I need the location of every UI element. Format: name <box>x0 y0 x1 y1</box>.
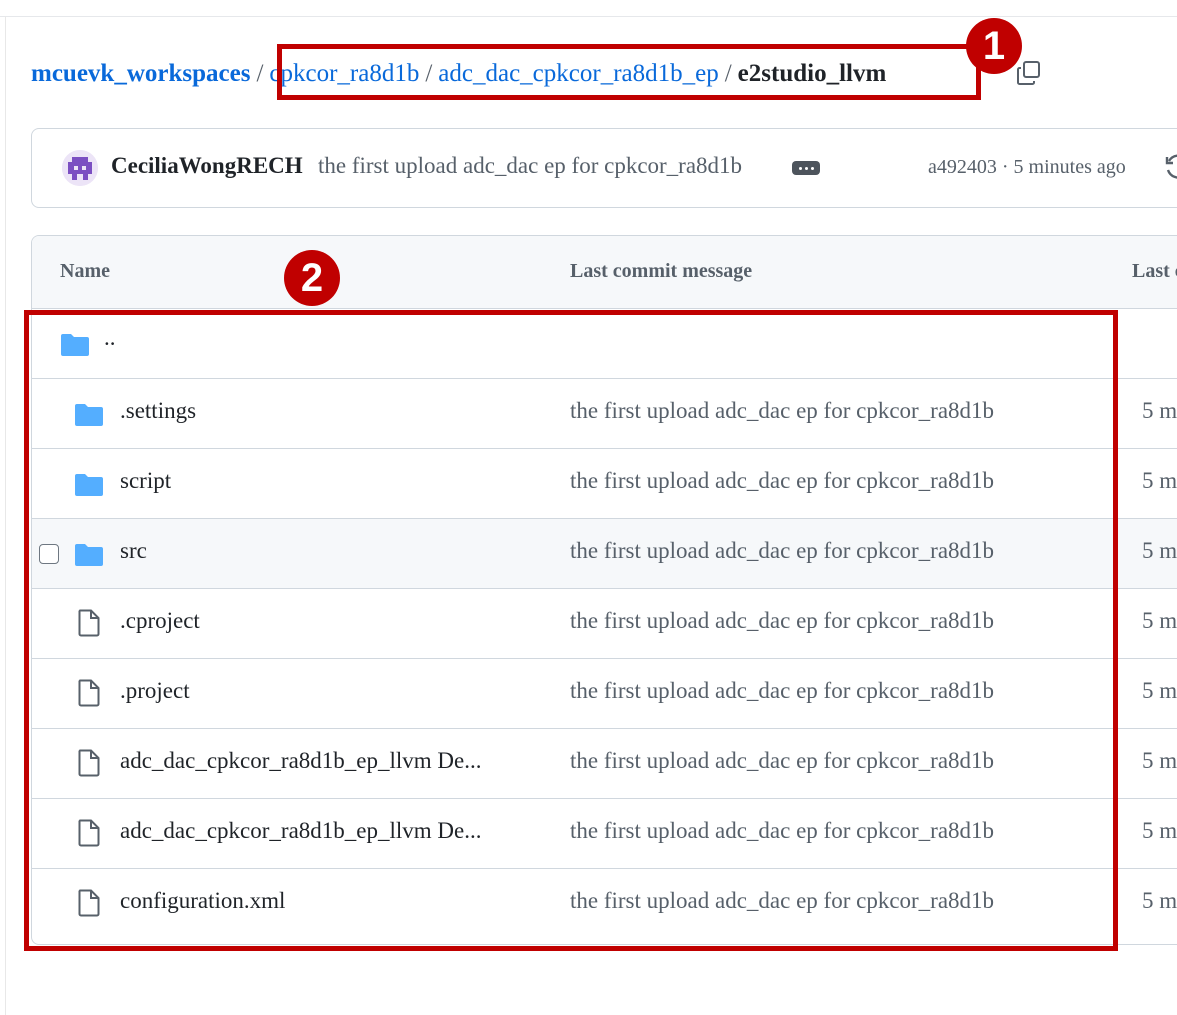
table-row[interactable]: script the first upload adc_dac ep for c… <box>32 449 1177 519</box>
row-select-checkbox[interactable] <box>39 544 59 564</box>
file-icon <box>78 889 100 917</box>
commit-message-link[interactable]: the first upload adc_dac ep for cpkcor_r… <box>570 398 994 424</box>
file-name-link[interactable]: src <box>120 538 147 564</box>
commit-message-link[interactable]: the first upload adc_dac ep for cpkcor_r… <box>570 468 994 494</box>
commit-time: 5 m <box>1142 818 1177 843</box>
commit-message-link[interactable]: the first upload adc_dac ep for cpkcor_r… <box>570 888 994 914</box>
commit-time: 5 m <box>1142 748 1177 773</box>
breadcrumb-link-cpkcor[interactable]: cpkcor_ra8d1b <box>269 60 419 88</box>
file-icon <box>78 679 100 707</box>
file-name-link[interactable]: adc_dac_cpkcor_ra8d1b_ep_llvm De... <box>120 818 481 844</box>
commit-time: 5 m <box>1142 678 1177 703</box>
latest-commit-bar: CeciliaWongRECH the first upload adc_dac… <box>31 128 1177 208</box>
commit-message-link[interactable]: the first upload adc_dac ep for cpkcor_r… <box>570 538 994 564</box>
breadcrumb-current: e2studio_llvm <box>737 60 887 87</box>
commit-message-link[interactable]: the first upload adc_dac ep for cpkcor_r… <box>570 678 994 704</box>
file-icon <box>78 609 100 637</box>
file-name-link[interactable]: .cproject <box>120 608 200 634</box>
history-icon[interactable] <box>1164 153 1177 183</box>
folder-icon <box>75 544 103 566</box>
file-icon <box>78 819 100 847</box>
commit-time: 5 m <box>1142 538 1177 563</box>
commit-author-link[interactable]: CeciliaWongRECH <box>111 153 303 179</box>
breadcrumb-separator: / <box>256 60 264 87</box>
commit-time: 5 m <box>1142 468 1177 493</box>
commit-time: 5 m <box>1142 888 1177 913</box>
table-row[interactable]: adc_dac_cpkcor_ra8d1b_ep_llvm De... the … <box>32 729 1177 799</box>
column-header-date: Last c <box>1132 260 1177 282</box>
column-header-name: Name <box>60 260 110 282</box>
table-row[interactable]: adc_dac_cpkcor_ra8d1b_ep_llvm De... the … <box>32 799 1177 869</box>
breadcrumb-link-ep[interactable]: adc_dac_cpkcor_ra8d1b_ep <box>438 60 718 88</box>
file-table: Name Last commit message Last c .. .sett… <box>31 235 1177 945</box>
file-name-link[interactable]: adc_dac_cpkcor_ra8d1b_ep_llvm De... <box>120 748 481 774</box>
parent-directory-link[interactable]: .. <box>104 325 116 351</box>
table-row[interactable]: .cproject the first upload adc_dac ep fo… <box>32 589 1177 659</box>
commit-message-link[interactable]: the first upload adc_dac ep for cpkcor_r… <box>570 608 994 634</box>
file-icon <box>78 749 100 777</box>
commit-time: 5 m <box>1142 608 1177 633</box>
ellipsis-dot <box>810 166 814 170</box>
annotation-badge-1: 1 <box>966 18 1022 74</box>
file-name-link[interactable]: .settings <box>120 398 196 424</box>
top-strip <box>0 0 1177 17</box>
breadcrumb: mcuevk_workspaces / cpkcor_ra8d1b / adc_… <box>31 55 886 93</box>
table-row[interactable]: src the first upload adc_dac ep for cpkc… <box>32 519 1177 589</box>
column-header-message: Last commit message <box>570 260 753 282</box>
commit-message-link[interactable]: the first upload adc_dac ep for cpkcor_r… <box>570 818 994 844</box>
folder-icon <box>75 474 103 496</box>
page-left-border <box>5 16 6 1015</box>
copy-icon <box>1017 61 1040 85</box>
breadcrumb-separator: / <box>724 60 732 87</box>
table-row[interactable]: configuration.xml the first upload adc_d… <box>32 869 1177 939</box>
page: mcuevk_workspaces / cpkcor_ra8d1b / adc_… <box>0 0 1177 1015</box>
commit-time: 5 m <box>1142 398 1177 423</box>
file-name-link[interactable]: configuration.xml <box>120 888 285 914</box>
breadcrumb-root-link[interactable]: mcuevk_workspaces <box>31 60 250 88</box>
expand-commit-button[interactable] <box>792 161 820 175</box>
file-name-link[interactable]: script <box>120 468 171 494</box>
breadcrumb-separator: / <box>425 60 433 87</box>
folder-icon <box>61 334 89 356</box>
table-header: Name Last commit message Last c <box>32 236 1177 309</box>
avatar-icon <box>62 150 98 186</box>
folder-icon <box>75 404 103 426</box>
table-row[interactable]: .project the first upload adc_dac ep for… <box>32 659 1177 729</box>
annotation-badge-2: 2 <box>284 250 340 306</box>
ellipsis-dot <box>798 166 802 170</box>
parent-directory-row[interactable]: .. <box>32 309 1177 379</box>
table-row[interactable]: .settings the first upload adc_dac ep fo… <box>32 379 1177 449</box>
commit-message-link[interactable]: the first upload adc_dac ep for cpkcor_r… <box>318 153 742 179</box>
file-name-link[interactable]: .project <box>120 678 190 704</box>
avatar[interactable] <box>62 150 98 186</box>
commit-message-link[interactable]: the first upload adc_dac ep for cpkcor_r… <box>570 748 994 774</box>
ellipsis-dot <box>804 166 808 170</box>
commit-hash-time[interactable]: a492403 · 5 minutes ago <box>928 156 1126 179</box>
